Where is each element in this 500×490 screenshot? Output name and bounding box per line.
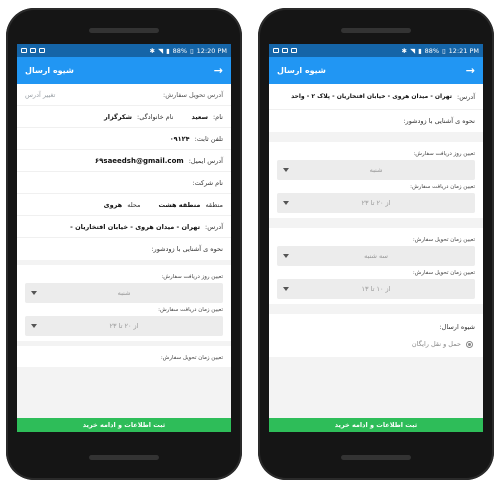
email-value: ۶۹saeedsh@gmail.com xyxy=(94,156,184,165)
screen-left: ✱ ◥ ▮ 88% ▯ 12:20 PM شیوه ارسال → آدرس ت… xyxy=(17,44,231,432)
caret-down-icon xyxy=(283,168,289,172)
howto-label: نحوه ی آشنایی با زودشور: xyxy=(151,245,223,253)
deliver-day-dropdown[interactable]: سه شنبه xyxy=(277,246,475,266)
caret-down-icon xyxy=(31,291,37,295)
receive-time-label: تعیین زمان دریافت سفارش: xyxy=(410,184,475,190)
signal-icon: ▮ xyxy=(418,46,422,55)
address-card: آدرس تحویل سفارش: تغییر آدرس نام: سعید ن… xyxy=(17,84,231,260)
receive-day-value: شنبه xyxy=(117,289,131,297)
email-label: آدرس ایمیل: xyxy=(188,156,223,165)
address-label: آدرس: xyxy=(205,222,223,231)
shipping-label: شیوه ارسال: xyxy=(439,323,475,331)
radio-icon[interactable] xyxy=(466,340,473,348)
battery-level: 88% xyxy=(172,46,188,55)
deliver-section: تعیین زمان تحویل سفارش: سه شنبه تعیین زم… xyxy=(269,228,483,304)
app-bar: شیوه ارسال → xyxy=(269,57,483,84)
region-value: منطقه هشت xyxy=(158,200,201,209)
caret-down-icon xyxy=(283,201,289,205)
shipping-section: شیوه ارسال: حمل و نقل رایگان xyxy=(269,314,483,357)
receive-section: تعیین روز دریافت سفارش: شنبه تعیین زمان … xyxy=(269,142,483,218)
address-header: آدرس تحویل سفارش: xyxy=(163,90,223,99)
receive-time-value: از ۲۰ تا ۲۳ xyxy=(361,199,391,207)
change-address-link[interactable]: تغییر آدرس xyxy=(25,91,55,99)
family-label: نام خانوادگی: xyxy=(137,112,174,121)
message-icon xyxy=(30,48,36,53)
submit-button[interactable]: ثبت اطلاعات و ادامه خرید xyxy=(17,418,231,432)
deliver-time-dropdown[interactable]: از ۱۰ تا ۱۳ xyxy=(277,279,475,299)
receive-section: تعیین روز دریافت سفارش: شنبه تعیین زمان … xyxy=(17,265,231,341)
battery-icon: ▯ xyxy=(190,46,194,55)
phone-value: ۰۹۱۲۴ xyxy=(169,134,190,143)
image-icon xyxy=(273,48,279,53)
deliver-day-value: سه شنبه xyxy=(364,252,388,260)
address-value: تهران - میدان هروی - خیابان افتخاریان - … xyxy=(291,93,453,100)
caret-down-icon xyxy=(283,287,289,291)
submit-button[interactable]: ثبت اطلاعات و ادامه خرید xyxy=(269,418,483,432)
notification-icon xyxy=(39,48,45,53)
battery-level: 88% xyxy=(424,46,440,55)
content: آدرس تحویل سفارش: تغییر آدرس نام: سعید ن… xyxy=(17,84,231,367)
shipping-option-label: حمل و نقل رایگان xyxy=(411,340,461,348)
screen-right: ✱ ◥ ▮ 88% ▯ 12:21 PM شیوه ارسال → آدرس: … xyxy=(269,44,483,432)
region-label: منطقه xyxy=(205,200,223,209)
receive-day-label: تعیین روز دریافت سفارش: xyxy=(413,151,475,157)
status-bar: ✱ ◥ ▮ 88% ▯ 12:21 PM xyxy=(269,44,483,57)
phone-label: تلفن ثابت: xyxy=(194,134,223,143)
clock: 12:20 PM xyxy=(196,46,227,55)
receive-time-value: از ۲۰ تا ۲۳ xyxy=(109,322,139,330)
address-value: تهران - میدان هروی - خیابان افتخاریان - xyxy=(70,222,201,231)
receive-day-dropdown[interactable]: شنبه xyxy=(25,283,223,303)
name-label: نام: xyxy=(212,112,223,121)
company-label: نام شرکت: xyxy=(192,178,223,187)
wifi-icon: ◥ xyxy=(410,46,416,55)
address-label: آدرس: xyxy=(457,92,475,101)
status-bar: ✱ ◥ ▮ 88% ▯ 12:20 PM xyxy=(17,44,231,57)
phone-right: ✱ ◥ ▮ 88% ▯ 12:21 PM شیوه ارسال → آدرس: … xyxy=(258,8,494,480)
speaker-bottom xyxy=(341,455,411,460)
deliver-time-label: تعیین زمان تحویل سفارش: xyxy=(412,270,475,276)
clock: 12:21 PM xyxy=(448,46,479,55)
battery-icon: ▯ xyxy=(442,46,446,55)
shipping-option[interactable]: حمل و نقل رایگان xyxy=(277,334,475,354)
caret-down-icon xyxy=(31,324,37,328)
name-value: سعید xyxy=(191,112,208,121)
bluetooth-icon: ✱ xyxy=(149,46,156,55)
speaker-top xyxy=(341,28,411,33)
address-card: آدرس: تهران - میدان هروی - خیابان افتخار… xyxy=(269,84,483,132)
deliver-day-label: تعیین زمان تحویل سفارش: xyxy=(412,237,475,243)
bluetooth-icon: ✱ xyxy=(401,46,408,55)
caret-down-icon xyxy=(283,254,289,258)
receive-day-value: شنبه xyxy=(369,166,383,174)
deliver-time-value: از ۱۰ تا ۱۳ xyxy=(361,285,391,293)
receive-time-label: تعیین زمان دریافت سفارش: xyxy=(158,307,223,313)
howto-label: نحوه ی آشنایی با زودشور: xyxy=(403,117,475,125)
receive-day-label: تعیین روز دریافت سفارش: xyxy=(161,274,223,280)
back-arrow-icon[interactable]: → xyxy=(466,64,475,77)
message-icon xyxy=(282,48,288,53)
receive-day-dropdown[interactable]: شنبه xyxy=(277,160,475,180)
back-arrow-icon[interactable]: → xyxy=(214,64,223,77)
area-label: محله xyxy=(127,200,141,209)
app-bar: شیوه ارسال → xyxy=(17,57,231,84)
family-value: شکرگزار xyxy=(104,112,133,121)
page-title: شیوه ارسال xyxy=(277,66,326,75)
page-title: شیوه ارسال xyxy=(25,66,74,75)
deliver-time-label: تعیین زمان تحویل سفارش: xyxy=(160,355,223,361)
receive-time-dropdown[interactable]: از ۲۰ تا ۲۳ xyxy=(277,193,475,213)
phone-left: ✱ ◥ ▮ 88% ▯ 12:20 PM شیوه ارسال → آدرس ت… xyxy=(6,8,242,480)
deliver-section: تعیین زمان تحویل سفارش: xyxy=(17,346,231,367)
wifi-icon: ◥ xyxy=(158,46,164,55)
area-value: هروی xyxy=(103,200,123,209)
content: آدرس: تهران - میدان هروی - خیابان افتخار… xyxy=(269,84,483,357)
notification-icon xyxy=(291,48,297,53)
image-icon xyxy=(21,48,27,53)
signal-icon: ▮ xyxy=(166,46,170,55)
receive-time-dropdown[interactable]: از ۲۰ تا ۲۳ xyxy=(25,316,223,336)
speaker-bottom xyxy=(89,455,159,460)
speaker-top xyxy=(89,28,159,33)
